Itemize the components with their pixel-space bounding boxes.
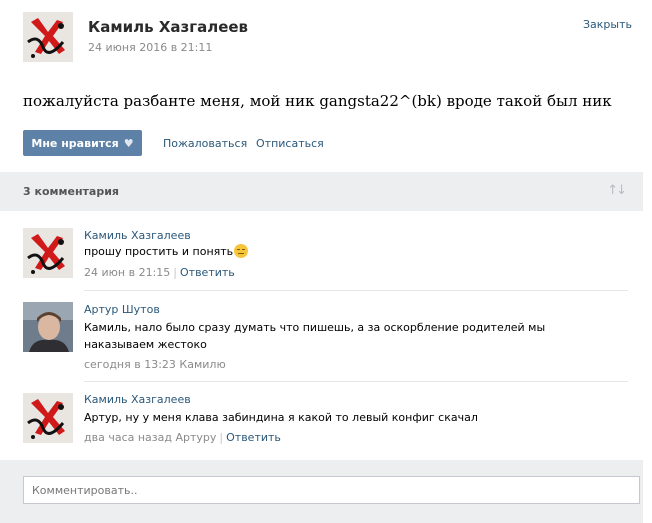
comment-input[interactable] <box>23 476 640 504</box>
comment-time[interactable]: два часа назад Артуру <box>84 431 216 444</box>
comment-text: прошу простить и понять <box>84 243 584 260</box>
post-text: пожалуйста разбанте меня, мой ник gangst… <box>23 92 612 110</box>
reply-area <box>0 460 643 523</box>
comment-text: Камиль, нало было сразу думать что пишеш… <box>84 321 546 351</box>
comment-avatar[interactable] <box>23 302 73 352</box>
comment-text-content: прошу простить и понять <box>84 245 234 258</box>
comment-meta: 24 июн в 21:15 | Ответить <box>84 266 235 279</box>
scroll-track <box>643 172 652 523</box>
comment-item: Артур Шутов Камиль, нало было сразу дума… <box>0 302 643 372</box>
comment-meta: два часа назад Артуру | Ответить <box>84 431 281 444</box>
comment-time[interactable]: сегодня в 13:23 Камилю <box>84 358 226 371</box>
meta-separator: | <box>173 266 177 279</box>
pensive-face-icon <box>234 244 249 258</box>
comment-text: Артур, ну у меня клава забиндина я какой… <box>84 411 478 424</box>
comment-item: Камиль Хазгалеев Артур, ну у меня клава … <box>0 393 643 449</box>
close-link[interactable]: Закрыть <box>583 18 632 31</box>
comments-header: 3 комментария ↑↓ <box>0 172 643 211</box>
reply-link[interactable]: Ответить <box>226 431 281 444</box>
heart-icon: ♥ <box>123 136 134 150</box>
post-header: Камиль Хазгалеев 24 июня 2016 в 21:11 За… <box>0 0 652 74</box>
post-date[interactable]: 24 июня 2016 в 21:11 <box>88 41 212 54</box>
comment-author[interactable]: Артур Шутов <box>84 303 160 316</box>
reply-link[interactable]: Ответить <box>180 266 235 279</box>
comment-author[interactable]: Камиль Хазгалеев <box>84 393 191 406</box>
comment-avatar[interactable] <box>23 228 73 278</box>
sort-arrows-icon[interactable]: ↑↓ <box>607 183 627 198</box>
comments-count: 3 комментария <box>23 185 119 198</box>
meta-separator: | <box>219 431 224 444</box>
like-button-label: Мне нравится <box>31 136 119 150</box>
report-link[interactable]: Пожаловаться <box>163 137 247 150</box>
comment-time[interactable]: 24 июн в 21:15 <box>84 266 170 279</box>
author-avatar[interactable] <box>23 12 73 62</box>
comment-author[interactable]: Камиль Хазгалеев <box>84 229 191 242</box>
like-button[interactable]: Мне нравится ♥ <box>23 130 142 156</box>
comment-divider <box>84 381 628 382</box>
comment-divider <box>84 290 628 291</box>
post-author-name[interactable]: Камиль Хазгалеев <box>88 18 248 36</box>
unsubscribe-link[interactable]: Отписаться <box>256 137 324 150</box>
comment-item: Камиль Хазгалеев прошу простить и понять… <box>0 228 643 290</box>
comment-avatar[interactable] <box>23 393 73 443</box>
